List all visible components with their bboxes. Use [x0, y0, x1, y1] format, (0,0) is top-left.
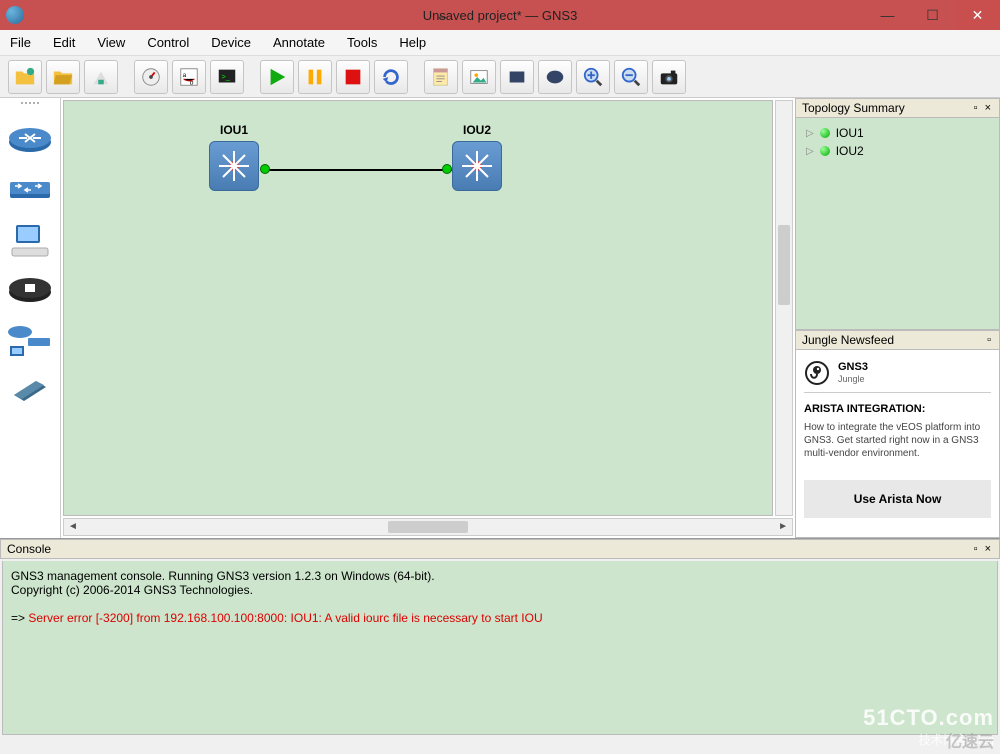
sidebar-grip[interactable] — [10, 102, 50, 108]
use-arista-button[interactable]: Use Arista Now — [804, 480, 991, 518]
newsfeed-text: How to integrate the vEOS platform into … — [804, 421, 991, 460]
newsfeed-label: Jungle Newsfeed — [802, 333, 894, 347]
zoom-in-button[interactable] — [576, 60, 610, 94]
device-all-button[interactable] — [6, 322, 54, 358]
right-pane: Topology Summary ▫ × ▷ IOU1 ▷ IOU2 Jungle … — [795, 98, 1000, 538]
menu-control[interactable]: Control — [147, 35, 189, 50]
newsfeed-brand: GNS3 — [838, 361, 868, 373]
chameleon-icon — [804, 360, 830, 386]
switch-icon — [209, 141, 259, 191]
device-link-button[interactable] — [6, 372, 54, 408]
node-iou2-label: IOU2 — [452, 123, 502, 137]
switch-icon — [452, 141, 502, 191]
panel-close-icon[interactable]: × — [985, 102, 993, 114]
menu-tools[interactable]: Tools — [347, 35, 377, 50]
window-titlebar: Unsaved project* — GNS3 ↔ — ☐ ✕ — [0, 0, 1000, 30]
console-label: Console — [7, 542, 51, 556]
port-iou1-e0[interactable] — [260, 164, 270, 174]
device-routers-button[interactable] — [6, 122, 54, 158]
canvas-area: IOU1 IOU2 ◄ ► — [61, 98, 795, 538]
newsfeed-body: GNS3Jungle ARISTA INTEGRATION: How to in… — [795, 350, 1000, 538]
console-error-prefix: => — [11, 611, 28, 625]
device-switches-button[interactable] — [6, 172, 54, 208]
canvas-vertical-scrollbar[interactable] — [775, 100, 793, 516]
save-project-button[interactable] — [84, 60, 118, 94]
menu-edit[interactable]: Edit — [53, 35, 75, 50]
panel-undock-icon[interactable]: ▫ — [974, 543, 980, 555]
minimize-button[interactable]: — — [865, 0, 910, 30]
panel-undock-icon[interactable]: ▫ — [974, 102, 980, 114]
menu-view[interactable]: View — [97, 35, 125, 50]
reload-all-button[interactable] — [374, 60, 408, 94]
topology-item-iou2[interactable]: ▷ IOU2 — [802, 142, 993, 160]
newsfeed-title: Jungle Newsfeed ▫ — [795, 330, 1000, 350]
annotate-image-button[interactable] — [462, 60, 496, 94]
topology-summary-title: Topology Summary ▫ × — [795, 98, 1000, 118]
console-line1: GNS3 management console. Running GNS3 ve… — [11, 569, 435, 583]
status-running-icon — [820, 128, 830, 138]
menu-file[interactable]: File — [10, 35, 31, 50]
expand-icon[interactable]: ▷ — [806, 128, 814, 139]
canvas-horizontal-scrollbar[interactable]: ◄ ► — [63, 518, 793, 536]
close-button[interactable]: ✕ — [955, 0, 1000, 30]
menubar: File Edit View Control Device Annotate T… — [0, 30, 1000, 56]
main-area: IOU1 IOU2 ◄ ► Topology Summary ▫ × ▷ IOU1… — [0, 98, 1000, 538]
console-output[interactable]: GNS3 management console. Running GNS3 ve… — [2, 561, 998, 735]
topology-item-label: IOU1 — [836, 126, 864, 140]
window-controls: — ☐ ✕ — [865, 0, 1000, 30]
topology-item-iou1[interactable]: ▷ IOU1 — [802, 124, 993, 142]
show-interface-labels-button[interactable]: ab — [172, 60, 206, 94]
pause-all-button[interactable] — [298, 60, 332, 94]
link-iou1-iou2[interactable] — [264, 169, 454, 171]
stop-all-button[interactable] — [336, 60, 370, 94]
node-iou1-label: IOU1 — [209, 123, 259, 137]
console-title: Console ▫ × — [0, 539, 1000, 559]
watermark-yisu: 亿速云 — [946, 728, 994, 752]
panel-undock-icon[interactable]: ▫ — [987, 334, 993, 346]
svg-text:a: a — [183, 72, 187, 79]
panel-close-icon[interactable]: × — [985, 543, 993, 555]
open-project-button[interactable] — [46, 60, 80, 94]
maximize-button[interactable]: ☐ — [910, 0, 955, 30]
status-running-icon — [820, 146, 830, 156]
console-line2: Copyright (c) 2006-2014 GNS3 Technologie… — [11, 583, 253, 597]
console-panel: Console ▫ × GNS3 management console. Run… — [0, 538, 1000, 735]
device-security-button[interactable] — [6, 272, 54, 308]
annotate-note-button[interactable] — [424, 60, 458, 94]
newsfeed-sub: Jungle — [838, 374, 865, 384]
app-icon — [6, 6, 24, 24]
start-all-button[interactable] — [260, 60, 294, 94]
annotate-ellipse-button[interactable] — [538, 60, 572, 94]
menu-help[interactable]: Help — [399, 35, 426, 50]
zoom-out-button[interactable] — [614, 60, 648, 94]
snapshot-button[interactable] — [134, 60, 168, 94]
svg-text:>_: >_ — [222, 71, 231, 80]
window-title: Unsaved project* — GNS3 — [423, 8, 578, 23]
new-project-button[interactable] — [8, 60, 42, 94]
screenshot-button[interactable] — [652, 60, 686, 94]
device-sidebar — [0, 98, 61, 538]
node-iou2[interactable]: IOU2 — [452, 123, 502, 191]
device-end-devices-button[interactable] — [6, 222, 54, 258]
port-iou2-e0[interactable] — [442, 164, 452, 174]
newsfeed-logo: GNS3Jungle — [804, 360, 991, 386]
newsfeed-heading: ARISTA INTEGRATION: — [804, 403, 991, 415]
annotate-rect-button[interactable] — [500, 60, 534, 94]
topology-item-label: IOU2 — [836, 144, 864, 158]
topology-summary-label: Topology Summary — [802, 101, 905, 115]
topology-canvas[interactable]: IOU1 IOU2 — [63, 100, 773, 516]
console-all-button[interactable]: >_ — [210, 60, 244, 94]
expand-icon[interactable]: ▷ — [806, 146, 814, 157]
menu-annotate[interactable]: Annotate — [273, 35, 325, 50]
menu-device[interactable]: Device — [211, 35, 251, 50]
node-iou1[interactable]: IOU1 — [209, 123, 259, 191]
console-error: Server error [-3200] from 192.168.100.10… — [28, 611, 542, 625]
topology-summary-body: ▷ IOU1 ▷ IOU2 — [795, 118, 1000, 330]
toolbar: ab >_ — [0, 56, 1000, 98]
